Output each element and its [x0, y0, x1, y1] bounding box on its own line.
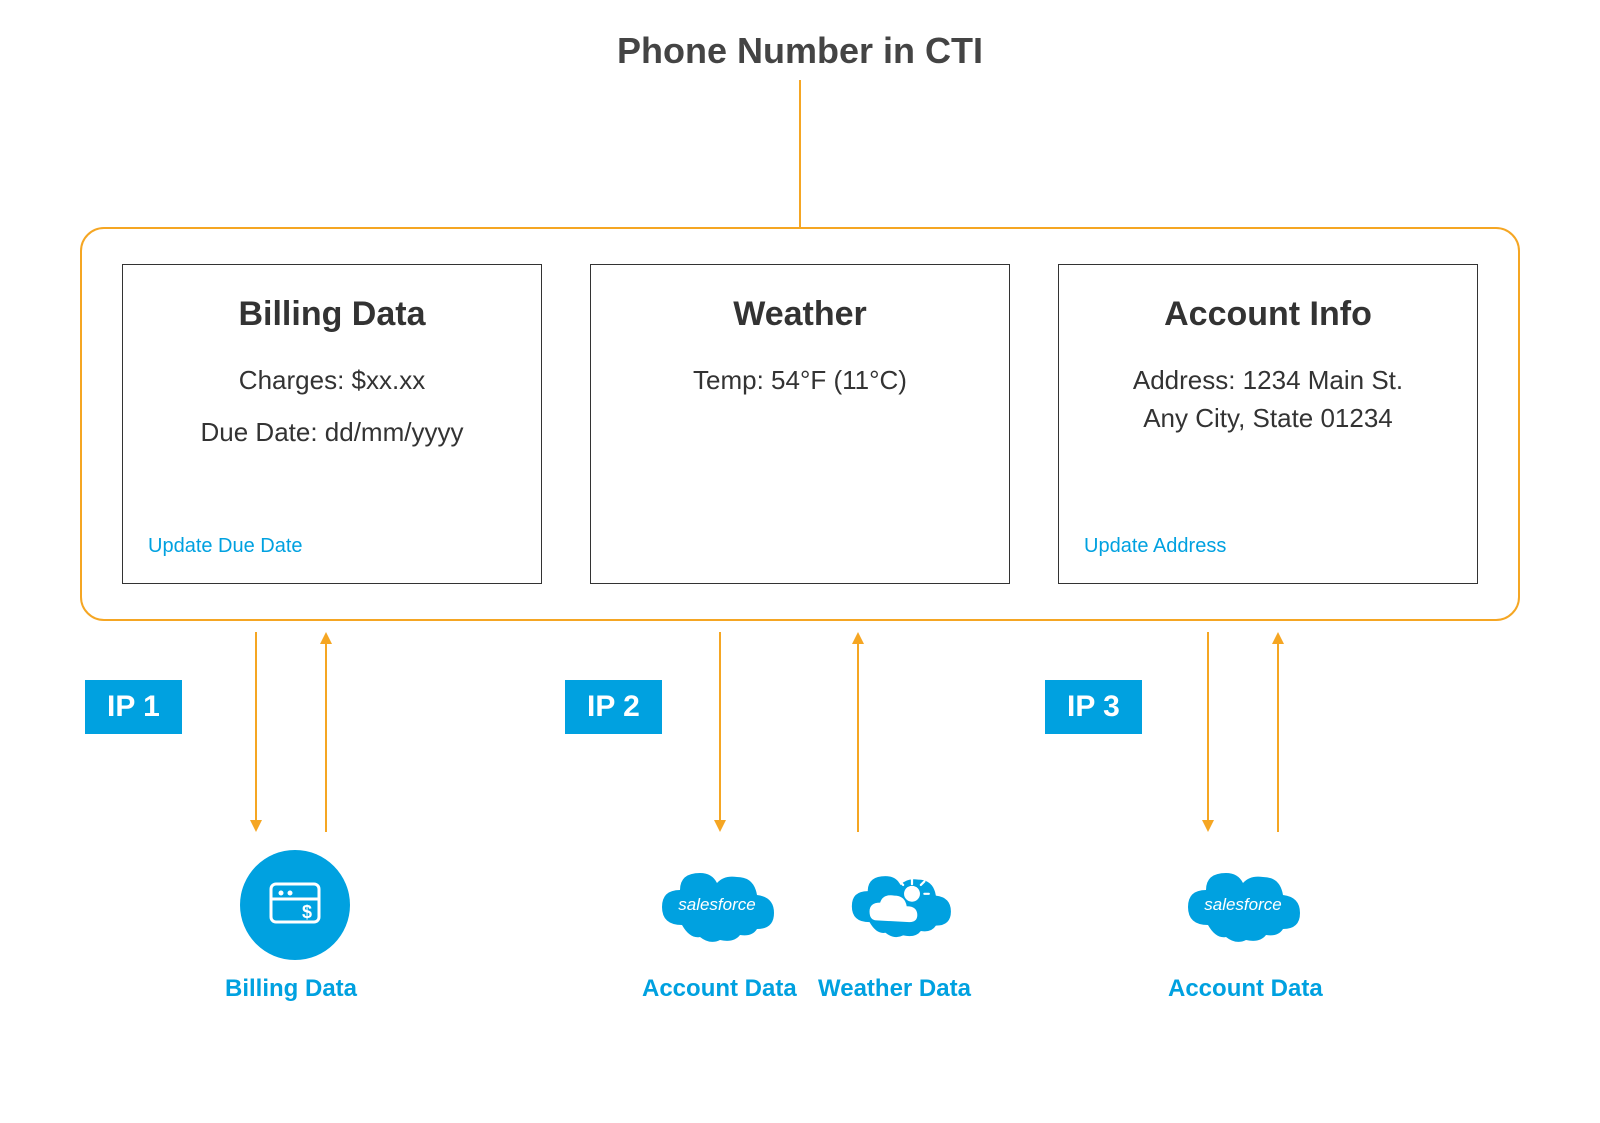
ui-container: Billing Data Charges: $xx.xx Due Date: d…: [80, 227, 1520, 621]
card-account-title: Account Info: [1084, 295, 1452, 334]
ip2-label: IP 2: [565, 680, 662, 734]
card-billing: Billing Data Charges: $xx.xx Due Date: d…: [122, 264, 542, 584]
arrow-ip2-down: [712, 632, 728, 832]
billing-source-icon: $: [230, 850, 360, 960]
salesforce-icon-1: salesforce: [652, 855, 782, 965]
card-billing-duedate: Due Date: dd/mm/yyyy: [148, 416, 516, 450]
card-account: Account Info Address: 1234 Main St. Any …: [1058, 264, 1478, 584]
card-account-address1: Address: 1234 Main St.: [1084, 364, 1452, 398]
weather-source-label: Weather Data: [818, 975, 971, 1003]
card-weather-temp: Temp: 54°F (11°C): [616, 364, 984, 398]
ip3-label: IP 3: [1045, 680, 1142, 734]
arrow-ip1-down: [248, 632, 264, 832]
card-weather: Weather Temp: 54°F (11°C): [590, 264, 1010, 584]
card-weather-title: Weather: [616, 295, 984, 334]
arrow-ip2-up: [850, 632, 866, 832]
svg-text:salesforce: salesforce: [1204, 895, 1281, 914]
arrow-ip3-down: [1200, 632, 1216, 832]
arrow-ip3-up: [1270, 632, 1286, 832]
billing-circle-icon: $: [240, 850, 350, 960]
link-update-address[interactable]: Update Address: [1084, 535, 1226, 558]
svg-text:salesforce: salesforce: [678, 895, 755, 914]
weather-icon: [835, 855, 965, 965]
arrow-ip1-up: [318, 632, 334, 832]
card-billing-title: Billing Data: [148, 295, 516, 334]
account-source-label-2: Account Data: [1168, 975, 1323, 1003]
arrow-top-down: [792, 80, 808, 240]
svg-text:$: $: [302, 902, 312, 922]
card-account-address2: Any City, State 01234: [1084, 402, 1452, 436]
salesforce-icon-2: salesforce: [1178, 855, 1308, 965]
billing-source-label: Billing Data: [225, 975, 357, 1003]
diagram-title: Phone Number in CTI: [80, 30, 1520, 72]
ip1-label: IP 1: [85, 680, 182, 734]
account-source-label-1: Account Data: [642, 975, 797, 1003]
card-billing-charges: Charges: $xx.xx: [148, 364, 516, 398]
link-update-due-date[interactable]: Update Due Date: [148, 535, 303, 558]
